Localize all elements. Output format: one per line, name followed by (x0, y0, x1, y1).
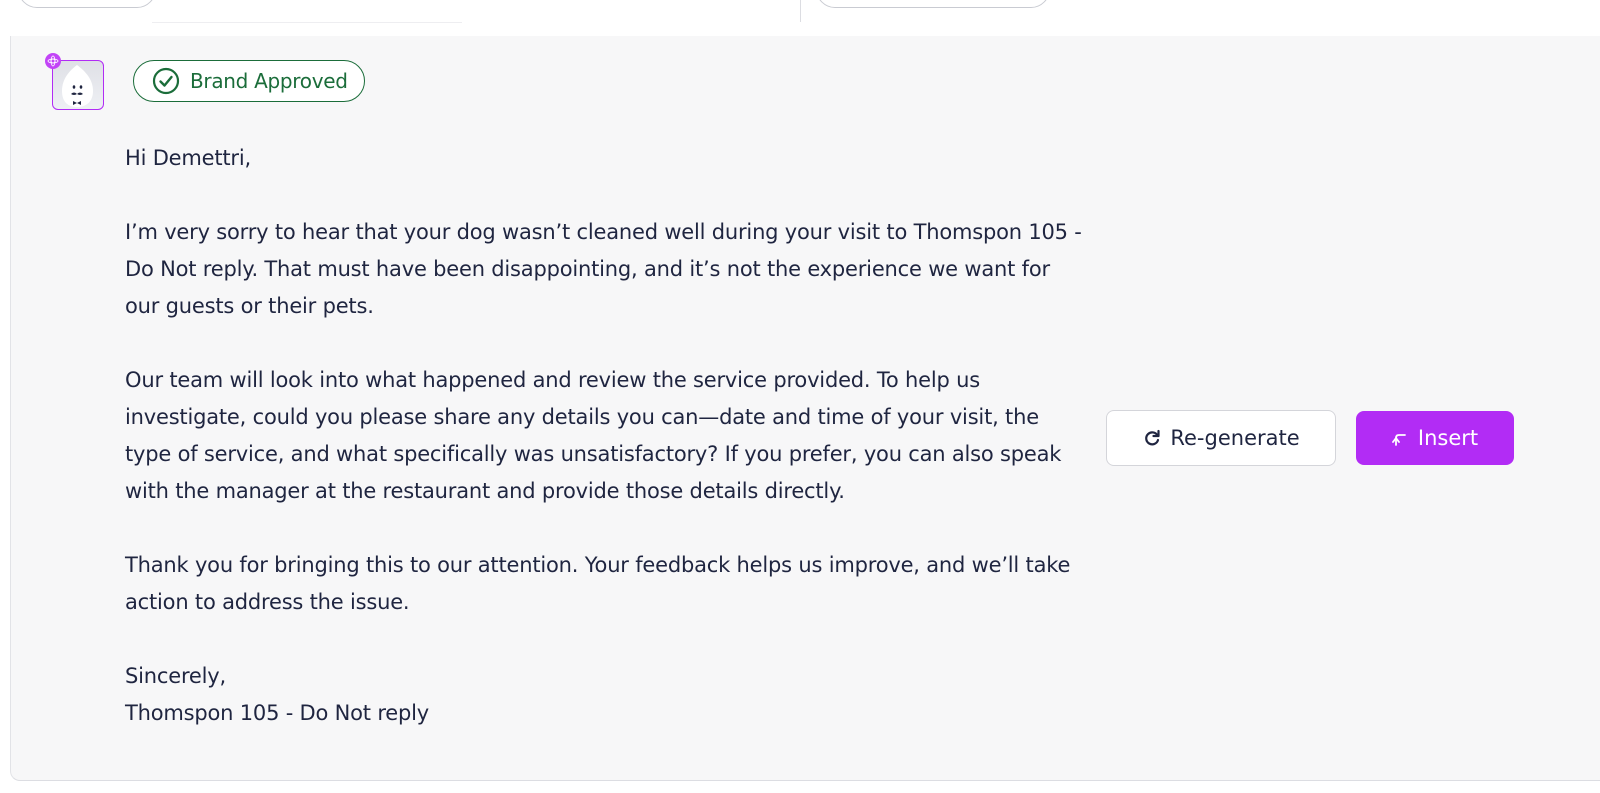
top-strip (0, 0, 1600, 36)
insert-button[interactable]: Insert (1356, 411, 1514, 465)
badge-label: Brand Approved (190, 69, 348, 93)
regenerate-button[interactable]: Re-generate (1106, 410, 1336, 466)
reply-paragraph: Our team will look into what happened an… (125, 368, 1062, 503)
insert-arrow-icon (1391, 429, 1408, 447)
refresh-icon (1142, 428, 1162, 448)
brand-approved-badge: Brand Approved (133, 60, 365, 102)
insert-button-label: Insert (1417, 426, 1479, 450)
ai-reply-card: Brand Approved Hi Demettri, I’m very sor… (10, 36, 1600, 781)
regenerate-button-label: Re-generate (1170, 426, 1300, 450)
top-vertical-divider (800, 0, 801, 22)
reply-signature: Thomspon 105 - Do Not reply (125, 701, 430, 725)
reply-paragraph: I’m very sorry to hear that your dog was… (125, 220, 1082, 318)
reply-closing: Sincerely, (125, 664, 226, 688)
top-underline-divider (152, 22, 462, 23)
generated-reply-text: Hi Demettri, I’m very sorry to hear that… (125, 140, 1085, 732)
mascot-avatar-icon (62, 65, 93, 107)
reply-paragraph: Thank you for bringing this to our atten… (125, 553, 1071, 614)
check-circle-icon (152, 67, 180, 95)
ai-sparkle-icon (45, 53, 61, 69)
reply-greeting: Hi Demettri, (125, 146, 251, 170)
top-left-button[interactable] (18, 0, 156, 8)
top-right-button[interactable] (816, 0, 1050, 8)
assistant-avatar (45, 53, 104, 110)
